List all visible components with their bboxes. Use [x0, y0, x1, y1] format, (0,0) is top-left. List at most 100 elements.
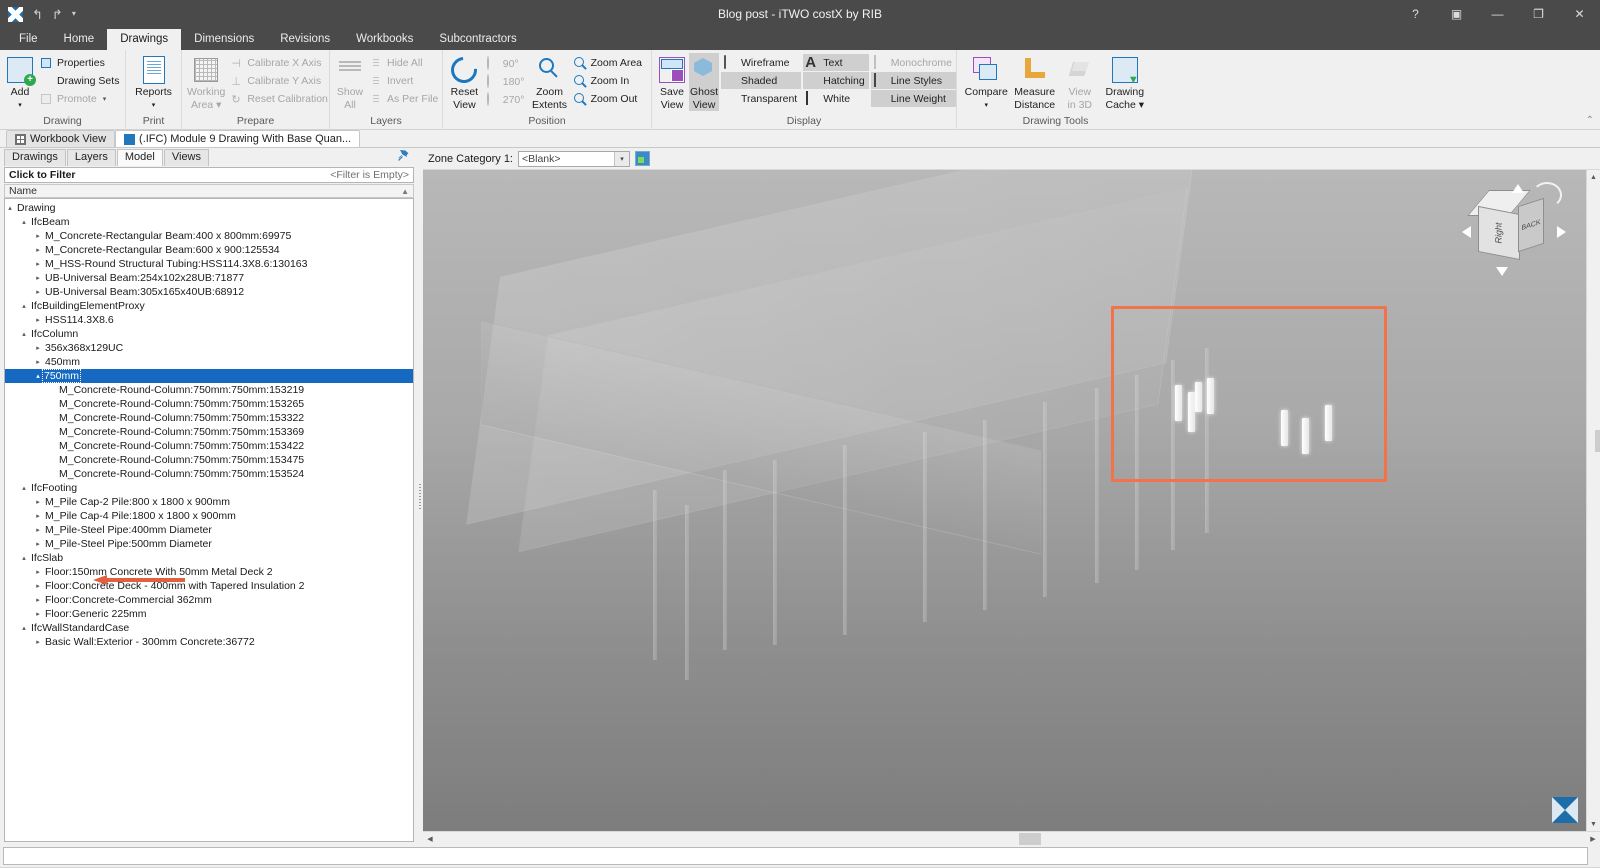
expander-icon[interactable]: ▸ [33, 274, 43, 282]
hatching-button[interactable]: Hatching [803, 72, 869, 89]
tab-revisions[interactable]: Revisions [267, 29, 343, 50]
tree-row[interactable]: ▸ Floor:Generic 225mm [5, 607, 413, 621]
expand-collapse-icon[interactable]: ▴ [33, 372, 43, 380]
horizontal-scroll-track[interactable] [437, 832, 1586, 846]
tree-row-selected[interactable]: ▴ 750mm [5, 369, 413, 383]
text-button[interactable]: A Text [803, 54, 869, 71]
zoom-area-button[interactable]: Zoom Area [571, 54, 646, 71]
line-styles-button[interactable]: Line Styles [870, 72, 956, 89]
shaded-button[interactable]: Shaded [721, 72, 802, 89]
tree-row[interactable]: ▴ IfcSlab [5, 551, 413, 565]
tab-drawings[interactable]: Drawings [107, 29, 182, 50]
expander-icon[interactable]: ▸ [33, 582, 43, 590]
properties-button[interactable]: Properties [37, 54, 123, 71]
expand-collapse-icon[interactable]: ▴ [19, 624, 29, 632]
3d-viewport[interactable]: Right BACK [423, 170, 1586, 831]
tree-row[interactable]: ▴ Drawing [5, 201, 413, 215]
selected-column[interactable] [1281, 410, 1288, 446]
tree-row[interactable]: ▸ 450mm [5, 355, 413, 369]
view-cube-front-face[interactable]: Right [1478, 205, 1520, 261]
expander-icon[interactable]: ▸ [33, 246, 43, 254]
add-drawing-button[interactable]: + Add ▾ [5, 53, 36, 111]
selected-column[interactable] [1325, 405, 1332, 441]
expander-icon[interactable]: ▸ [33, 316, 43, 324]
command-input[interactable] [3, 847, 1588, 865]
zoom-out-button[interactable]: Zoom Out [571, 90, 646, 107]
tree-row[interactable]: ▸ M_Pile-Steel Pipe:500mm Diameter [5, 537, 413, 551]
expander-icon[interactable]: ▸ [33, 610, 43, 618]
tab-home[interactable]: Home [51, 29, 108, 50]
selected-column[interactable] [1175, 385, 1182, 421]
selected-column[interactable] [1302, 418, 1309, 454]
vertical-scroll-thumb[interactable] [1594, 430, 1600, 452]
zone-category-select[interactable]: <Blank> ▾ [518, 150, 630, 167]
ribbon-display-options-button[interactable]: ▣ [1436, 0, 1477, 28]
collapse-ribbon-button[interactable]: ⌃ [1586, 115, 1594, 126]
selected-column[interactable] [1195, 382, 1202, 412]
view-cube-arrow-up[interactable] [1512, 184, 1524, 193]
tree-row[interactable]: ▸ HSS114.3X8.6 [5, 313, 413, 327]
expand-collapse-icon[interactable]: ▴ [19, 302, 29, 310]
expander-icon[interactable]: ▸ [33, 498, 43, 506]
panel-tab-views[interactable]: Views [163, 149, 210, 166]
tree-row[interactable]: ▸ UB-Universal Beam:254x102x28UB:71877 [5, 271, 413, 285]
expand-collapse-icon[interactable]: ▴ [19, 330, 29, 338]
tree-row[interactable]: ▸ UB-Universal Beam:305x165x40UB:68912 [5, 285, 413, 299]
transparent-button[interactable]: Transparent [721, 90, 801, 107]
tree-row[interactable]: ▸ M_HSS-Round Structural Tubing:HSS114.3X… [5, 257, 413, 271]
tree-row[interactable]: ▸ 356x368x129UC [5, 341, 413, 355]
restore-button[interactable]: ❐ [1518, 0, 1559, 28]
tree-row[interactable]: ▴ IfcColumn [5, 327, 413, 341]
view-cube[interactable]: Right BACK [1452, 178, 1566, 278]
customize-quick-access-icon[interactable]: ▾ [72, 10, 76, 18]
scroll-right-button[interactable]: ▶ [1586, 831, 1600, 846]
view-cube-arrow-down[interactable] [1496, 267, 1508, 276]
scroll-up-button[interactable]: ▲ [1586, 170, 1600, 184]
tree-row[interactable]: M_Concrete-Round-Column:750mm:750mm:1535… [5, 467, 413, 481]
tree-row[interactable]: ▸ M_Pile-Steel Pipe:400mm Diameter [5, 523, 413, 537]
tab-subcontractors[interactable]: Subcontractors [426, 29, 529, 50]
tree-column-header[interactable]: Name ▲ [4, 184, 414, 198]
view-cube-arrow-right[interactable] [1557, 226, 1566, 238]
redo-icon[interactable]: ↱ [52, 8, 63, 21]
drawing-cache-button[interactable]: Drawing Cache ▾ [1101, 53, 1149, 111]
expander-icon[interactable]: ▸ [33, 540, 43, 548]
scroll-down-button[interactable]: ▼ [1586, 817, 1600, 831]
horizontal-scroll-thumb[interactable] [1019, 832, 1041, 845]
zoom-extents-button[interactable]: Zoom Extents [530, 53, 568, 111]
scroll-left-button[interactable]: ◀ [423, 831, 437, 846]
view-cube-right-face[interactable]: BACK [1518, 197, 1544, 253]
chevron-down-icon[interactable]: ▾ [614, 151, 629, 166]
tree-row[interactable]: ▴ IfcFooting [5, 481, 413, 495]
tree-row[interactable]: M_Concrete-Round-Column:750mm:750mm:1532… [5, 397, 413, 411]
expand-collapse-icon[interactable]: ▴ [19, 554, 29, 562]
tree-row[interactable]: ▸ M_Concrete-Rectangular Beam:600 x 900:1… [5, 243, 413, 257]
save-view-button[interactable]: Save View [657, 53, 687, 111]
tree-row[interactable]: ▸ Floor:Concrete Deck - 400mm with Tapere… [5, 579, 413, 593]
axis-gizmo-icon[interactable] [1552, 797, 1578, 823]
tree-row[interactable]: ▸ M_Pile Cap-2 Pile:800 x 1800 x 900mm [5, 495, 413, 509]
expander-icon[interactable]: ▸ [33, 288, 43, 296]
viewport-vertical-scrollbar[interactable]: ▲ ▼ [1586, 170, 1600, 831]
tree-row[interactable]: ▴ IfcBuildingElementProxy [5, 299, 413, 313]
expander-icon[interactable]: ▸ [33, 260, 43, 268]
tree-row[interactable]: ▴ IfcBeam [5, 215, 413, 229]
tree-row[interactable]: M_Concrete-Round-Column:750mm:750mm:1534… [5, 439, 413, 453]
tree-row[interactable]: M_Concrete-Round-Column:750mm:750mm:1532… [5, 383, 413, 397]
tab-workbooks[interactable]: Workbooks [343, 29, 426, 50]
expander-icon[interactable]: ▸ [33, 638, 43, 646]
undo-icon[interactable]: ↰ [32, 8, 43, 21]
view-cube-arrow-left[interactable] [1462, 226, 1471, 238]
measure-distance-button[interactable]: Measure Distance [1010, 53, 1058, 111]
expander-icon[interactable]: ▸ [33, 358, 43, 366]
compare-button[interactable]: Compare ▾ [962, 53, 1010, 111]
tree-row[interactable]: ▴ IfcWallStandardCase [5, 621, 413, 635]
viewport-horizontal-scrollbar[interactable]: ◀ ▶ [423, 831, 1600, 846]
tree-row[interactable]: ▸ M_Concrete-Rectangular Beam:400 x 800mm… [5, 229, 413, 243]
expand-collapse-icon[interactable]: ▴ [5, 204, 15, 212]
expander-icon[interactable]: ▸ [33, 596, 43, 604]
tree-row[interactable]: M_Concrete-Round-Column:750mm:750mm:1533… [5, 425, 413, 439]
panel-tab-model[interactable]: Model [116, 149, 163, 166]
tree-row[interactable]: ▸ Floor:Concrete-Commercial 362mm [5, 593, 413, 607]
tree-row[interactable]: M_Concrete-Round-Column:750mm:750mm:1533… [5, 411, 413, 425]
